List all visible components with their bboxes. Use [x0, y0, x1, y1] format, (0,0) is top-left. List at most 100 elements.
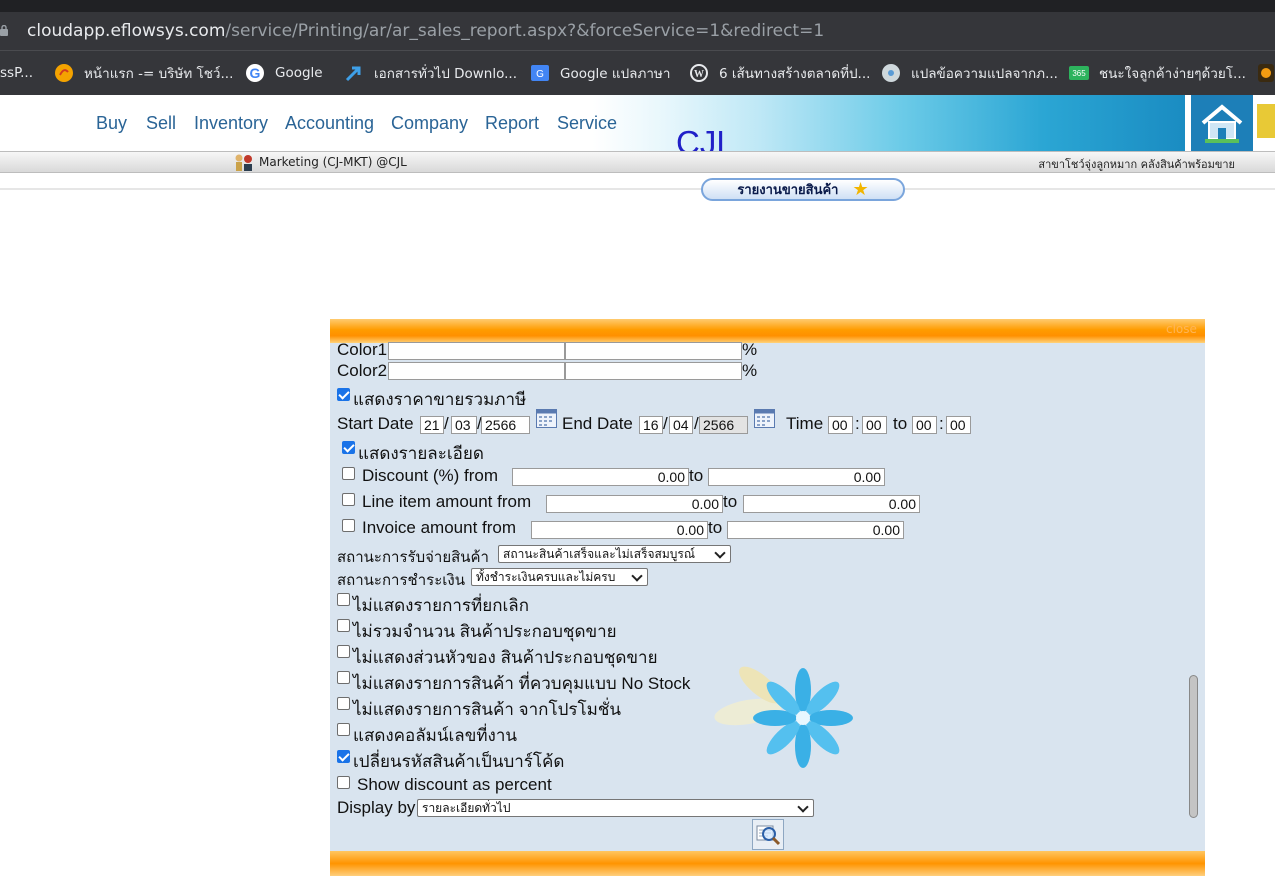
show-discount-percent-checkbox[interactable]	[337, 776, 350, 789]
scrollbar-thumb[interactable]	[1189, 675, 1198, 818]
show-price-incl-vat-checkbox[interactable]	[337, 388, 350, 401]
folder-icon[interactable]	[1257, 104, 1275, 138]
google-icon: G	[245, 63, 265, 83]
exclude-bundle-qty-label: ไม่รวมจำนวน สินค้าประกอบชุดขาย	[353, 622, 617, 641]
bookmark-label: ssP...	[0, 65, 33, 81]
bookmark-item[interactable]: G Google แปลภาษา	[530, 62, 670, 84]
invoice-filter-checkbox[interactable]	[342, 519, 355, 532]
site-logo-icon	[54, 63, 74, 83]
time-to-label: to	[893, 414, 908, 433]
date-separator: /	[663, 414, 668, 433]
dialog-footer-bar	[330, 851, 1205, 876]
nav-company[interactable]: Company	[391, 113, 468, 134]
bookmark-item[interactable]: เอกสารทั่วไป Downlo...	[344, 62, 517, 84]
end-year-field[interactable]	[699, 416, 748, 434]
bookmark-item[interactable]: W 6 เส้นทางสร้างตลาดที่ป...	[689, 62, 870, 84]
hide-promotion-items-checkbox[interactable]	[337, 697, 350, 710]
nav-buy[interactable]: Buy	[96, 113, 127, 134]
use-barcode-checkbox[interactable]	[337, 750, 350, 763]
bookmark-item[interactable]: ssP...	[0, 62, 33, 84]
line-item-filter-checkbox[interactable]	[342, 493, 355, 506]
close-button[interactable]: close	[1166, 322, 1197, 336]
url-text[interactable]: cloudapp.eflowsys.com/service/Printing/a…	[27, 21, 824, 41]
home-button[interactable]	[1191, 95, 1253, 151]
calendar-icon[interactable]	[536, 409, 557, 428]
end-month-field[interactable]	[669, 416, 693, 434]
color2-field-2[interactable]	[565, 362, 742, 380]
time-to-hour[interactable]	[912, 416, 937, 434]
stock-status-label: สถานะการรับจ่ายสินค้า	[337, 549, 489, 566]
calendar-icon[interactable]	[754, 409, 775, 428]
user-name: Marketing (CJ-MKT) @CJL	[259, 155, 407, 169]
url-path: /service/Printing/ar/ar_sales_report.asp…	[225, 21, 825, 41]
discount-to-field[interactable]	[708, 468, 885, 486]
color1-field-2[interactable]	[565, 342, 742, 360]
bookmark-label: Google แปลภาษา	[560, 66, 671, 82]
start-month-field[interactable]	[451, 416, 477, 434]
show-price-incl-vat-label: แสดงราคาขายรวมภาษี	[353, 390, 527, 409]
percent-label: %	[742, 361, 758, 380]
show-job-number-column-checkbox[interactable]	[337, 723, 350, 736]
nav-accounting[interactable]: Accounting	[285, 113, 374, 134]
color2-field-1[interactable]	[388, 362, 565, 380]
svg-text:G: G	[250, 65, 261, 81]
discount-filter-label: Discount (%) from	[362, 466, 499, 485]
color1-field-1[interactable]	[388, 342, 565, 360]
time-to-minute[interactable]	[946, 416, 971, 434]
invoice-from-field[interactable]	[531, 521, 708, 539]
start-day-field[interactable]	[420, 416, 444, 434]
favorite-star-icon[interactable]: ★	[852, 180, 868, 199]
bookmark-item[interactable]	[1256, 62, 1275, 84]
hide-bundle-header-checkbox[interactable]	[337, 645, 350, 658]
display-by-select[interactable]: รายละเอียดทั่วไป	[417, 799, 814, 817]
start-date-label: Start Date	[337, 414, 414, 433]
hide-no-stock-checkbox[interactable]	[337, 671, 350, 684]
hide-cancelled-checkbox[interactable]	[337, 593, 350, 606]
svg-text:W: W	[694, 69, 704, 80]
line-item-to-field[interactable]	[743, 495, 920, 513]
time-label: Time	[786, 414, 824, 433]
report-title: รายงานขายสินค้า ★	[701, 178, 905, 201]
show-detail-checkbox[interactable]	[342, 441, 355, 454]
start-year-field[interactable]	[481, 416, 530, 434]
payment-status-select[interactable]: ทั้งชำระเงินครบและไม่ครบ	[471, 568, 648, 586]
nav-inventory[interactable]: Inventory	[194, 113, 268, 134]
exclude-bundle-qty-checkbox[interactable]	[337, 619, 350, 632]
dialog-header-bar	[330, 319, 1205, 343]
disc-icon	[881, 63, 901, 83]
hide-no-stock-label: ไม่แสดงรายการสินค้า ที่ควบคุมแบบ No Stoc…	[353, 674, 691, 693]
time-from-hour[interactable]	[828, 416, 853, 434]
invoice-to-field[interactable]	[727, 521, 904, 539]
nav-report[interactable]: Report	[485, 113, 539, 134]
line-item-from-field[interactable]	[546, 495, 723, 513]
time-from-minute[interactable]	[862, 416, 887, 434]
date-separator: /	[444, 414, 449, 433]
show-job-number-column-label: แสดงคอลัมน์เลขที่งาน	[353, 726, 518, 745]
percent-label: %	[742, 340, 758, 359]
bookmark-item[interactable]: หน้าแรก -= บริษัท โชว์...	[54, 62, 233, 84]
branch-info: สาขาโชว์จุ่งลูกหมาก คลังสินค้าพร้อมขาย	[1038, 158, 1235, 171]
report-title-text: รายงานขายสินค้า	[737, 183, 839, 198]
loading-flower-icon	[714, 666, 853, 768]
bookmark-label: ชนะใจลูกค้าง่ายๆด้วยโ...	[1099, 66, 1246, 82]
bookmark-label: แปลข้อความแปลจากภ...	[911, 66, 1058, 82]
users-icon	[235, 154, 252, 171]
bookmark-label: หน้าแรก -= บริษัท โชว์...	[84, 66, 234, 82]
discount-from-field[interactable]	[512, 468, 689, 486]
svg-text:365: 365	[1072, 69, 1086, 78]
stock-status-select[interactable]: สถานะสินค้าเสร็จและไม่เสร็จสมบูรณ์	[498, 545, 731, 563]
use-barcode-label: เปลี่ยนรหัสสินค้าเป็นบาร์โค้ด	[353, 752, 565, 771]
bookmark-item[interactable]: แปลข้อความแปลจากภ...	[881, 62, 1058, 84]
bookmark-item[interactable]: 365 ชนะใจลูกค้าง่ายๆด้วยโ...	[1069, 62, 1246, 84]
end-day-field[interactable]	[639, 416, 663, 434]
nav-sell[interactable]: Sell	[146, 113, 176, 134]
search-report-button[interactable]	[752, 819, 784, 850]
discount-filter-checkbox[interactable]	[342, 467, 355, 480]
wordpress-icon: W	[689, 63, 709, 83]
bookmark-item[interactable]: G Google	[245, 62, 323, 84]
to-label: to	[708, 518, 723, 537]
lock-icon[interactable]	[0, 25, 8, 36]
google-translate-icon: G	[530, 63, 550, 83]
url-host: cloudapp.eflowsys.com	[27, 21, 226, 41]
nav-service[interactable]: Service	[557, 113, 617, 134]
